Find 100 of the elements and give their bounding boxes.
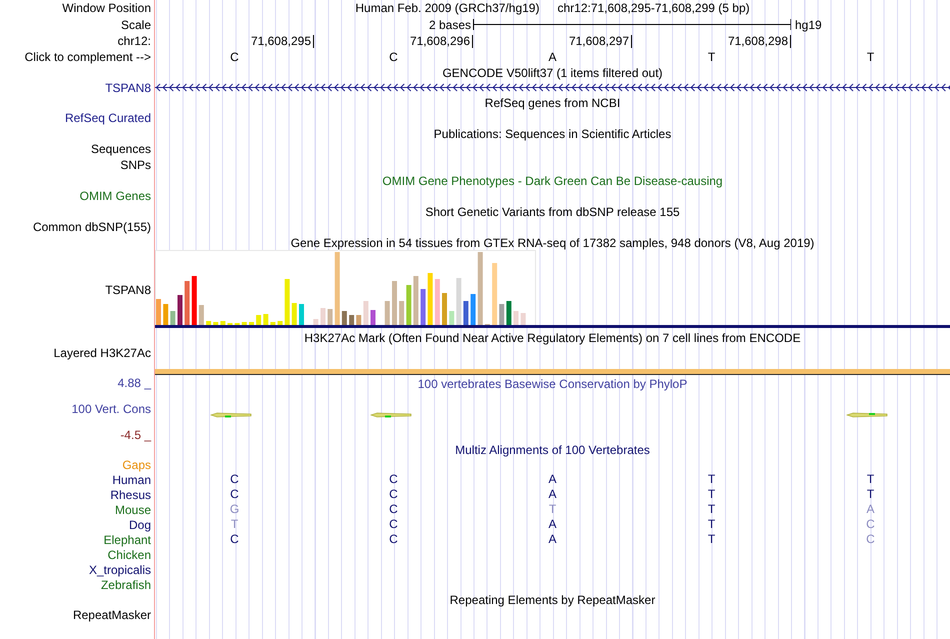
- alignment-base: T: [708, 503, 716, 516]
- alignment-base: A: [548, 473, 556, 486]
- conservation-mark: [210, 412, 252, 418]
- expression-bar: [349, 315, 354, 326]
- alignment-base: T: [708, 533, 716, 546]
- track-title: Repeating Elements by RepeatMasker: [450, 592, 656, 606]
- track-label[interactable]: Sequences: [90, 142, 151, 156]
- base-letter[interactable]: A: [548, 50, 556, 64]
- alignment-base: T: [866, 473, 874, 486]
- track-title: Multiz Alignments of 100 Vertebrates: [455, 442, 650, 456]
- alignment-base: A: [548, 518, 556, 531]
- track-label[interactable]: SNPs: [120, 158, 151, 172]
- alignment-base: C: [866, 518, 875, 531]
- expression-bar: [434, 279, 440, 326]
- gene-label[interactable]: TSPAN8: [105, 80, 151, 94]
- row-label: Scale: [120, 18, 151, 32]
- species-label[interactable]: Mouse: [114, 502, 151, 516]
- alignment-base: C: [866, 533, 875, 546]
- expression-bar: [392, 281, 397, 326]
- species-label[interactable]: Chicken: [108, 548, 151, 562]
- scale-text: 2 bases: [428, 18, 472, 32]
- expression-bar: [284, 279, 290, 326]
- expression-bar: [170, 311, 176, 326]
- expression-bar: [520, 313, 526, 326]
- base-letter[interactable]: C: [389, 50, 398, 64]
- conservation-mark: [846, 412, 888, 418]
- alignment-base: A: [548, 488, 556, 501]
- expression-bar: [492, 263, 498, 326]
- expression-bar: [356, 315, 362, 326]
- track-label[interactable]: RepeatMasker: [72, 608, 151, 622]
- alignment-base: C: [389, 518, 398, 531]
- expression-bar: [184, 281, 190, 326]
- axis-label: 4.88 _: [118, 376, 151, 390]
- row-label: chr12:: [118, 34, 151, 48]
- expression-bar: [463, 301, 468, 326]
- assembly-label: hg19: [794, 18, 822, 32]
- ruler-coordinate: 71,608,295: [250, 34, 314, 48]
- row-label: Window Position: [62, 1, 151, 15]
- expression-bar: [263, 314, 268, 326]
- row-label[interactable]: Click to complement -->: [24, 50, 151, 64]
- expression-bar: [299, 304, 304, 326]
- alignment-base: A: [548, 533, 556, 546]
- alignment-base: T: [548, 503, 556, 516]
- axis-label: -4.5 _: [120, 428, 151, 442]
- alignment-base: C: [230, 533, 239, 546]
- base-letter[interactable]: T: [866, 50, 874, 64]
- species-label[interactable]: Zebrafish: [100, 578, 151, 592]
- expression-bar: [192, 276, 197, 326]
- species-label[interactable]: Elephant: [104, 532, 151, 546]
- base-letter[interactable]: T: [708, 50, 716, 64]
- expression-bar: [384, 301, 390, 326]
- expression-bar: [406, 285, 412, 326]
- track-label[interactable]: 100 Vert. Cons: [72, 402, 151, 416]
- expression-bar: [506, 301, 512, 326]
- expression-bar: [328, 309, 333, 326]
- expression-bar: [399, 301, 404, 326]
- expression-bar: [413, 276, 418, 326]
- alignment-base: A: [866, 503, 874, 516]
- species-label[interactable]: Dog: [128, 518, 151, 532]
- expression-bar: [442, 293, 447, 326]
- expression-bar: [178, 295, 182, 326]
- alignment-base: T: [230, 518, 238, 531]
- track-label[interactable]: Layered H3K27Ac: [54, 346, 151, 360]
- alignment-base: G: [230, 503, 240, 516]
- alignment-base: T: [708, 473, 716, 486]
- base-letter[interactable]: C: [230, 50, 239, 64]
- alignment-base: T: [708, 488, 716, 501]
- expression-bar: [470, 294, 476, 326]
- ruler-coordinate: 71,608,296: [410, 34, 473, 48]
- track-title: Short Genetic Variants from dbSNP release 155: [425, 204, 680, 218]
- expression-bar: [370, 310, 376, 326]
- alignment-base: T: [866, 488, 874, 501]
- track-label[interactable]: Common dbSNP(155): [32, 220, 151, 234]
- ruler-coordinate: 71,608,298: [728, 34, 791, 48]
- alignment-base: C: [230, 488, 239, 501]
- expression-bar: [428, 273, 433, 326]
- alignment-base: T: [708, 518, 716, 531]
- track-title: GENCODE V50lift37 (1 items filtered out): [442, 66, 663, 80]
- species-label[interactable]: Rhesus: [110, 488, 151, 502]
- species-label[interactable]: X_tropicalis: [88, 562, 151, 576]
- track-label[interactable]: TSPAN8: [105, 283, 151, 297]
- expression-bar: [320, 308, 326, 326]
- expression-bar: [256, 315, 262, 326]
- track-label[interactable]: RefSeq Curated: [64, 111, 151, 125]
- expression-bar: [449, 311, 454, 326]
- track-title: Gene Expression in 54 tissues from GTEx RNA-seq of 17382 samples, 948 donors (V8, Aug 2019): [290, 236, 814, 250]
- position-text: chr12:71,608,295-71,608,299 (5 bp): [557, 1, 750, 15]
- expression-bar: [420, 289, 426, 326]
- expression-bar: [198, 305, 204, 326]
- ruler-coordinate: 71,608,297: [568, 34, 632, 48]
- alignment-base: C: [230, 473, 239, 486]
- alignment-base: C: [389, 488, 398, 501]
- expression-bar: [156, 299, 161, 326]
- track-label[interactable]: OMIM Genes: [80, 189, 151, 203]
- alignment-base: C: [389, 533, 398, 546]
- species-label[interactable]: Human: [112, 472, 151, 486]
- conservation-mark: [370, 412, 412, 418]
- alignment-base: C: [389, 503, 398, 516]
- track-title: RefSeq genes from NCBI: [484, 96, 620, 110]
- track-title: H3K27Ac Mark (Often Found Near Active Regulatory Elements) on 7 cell lines from ENCODE: [304, 330, 801, 344]
